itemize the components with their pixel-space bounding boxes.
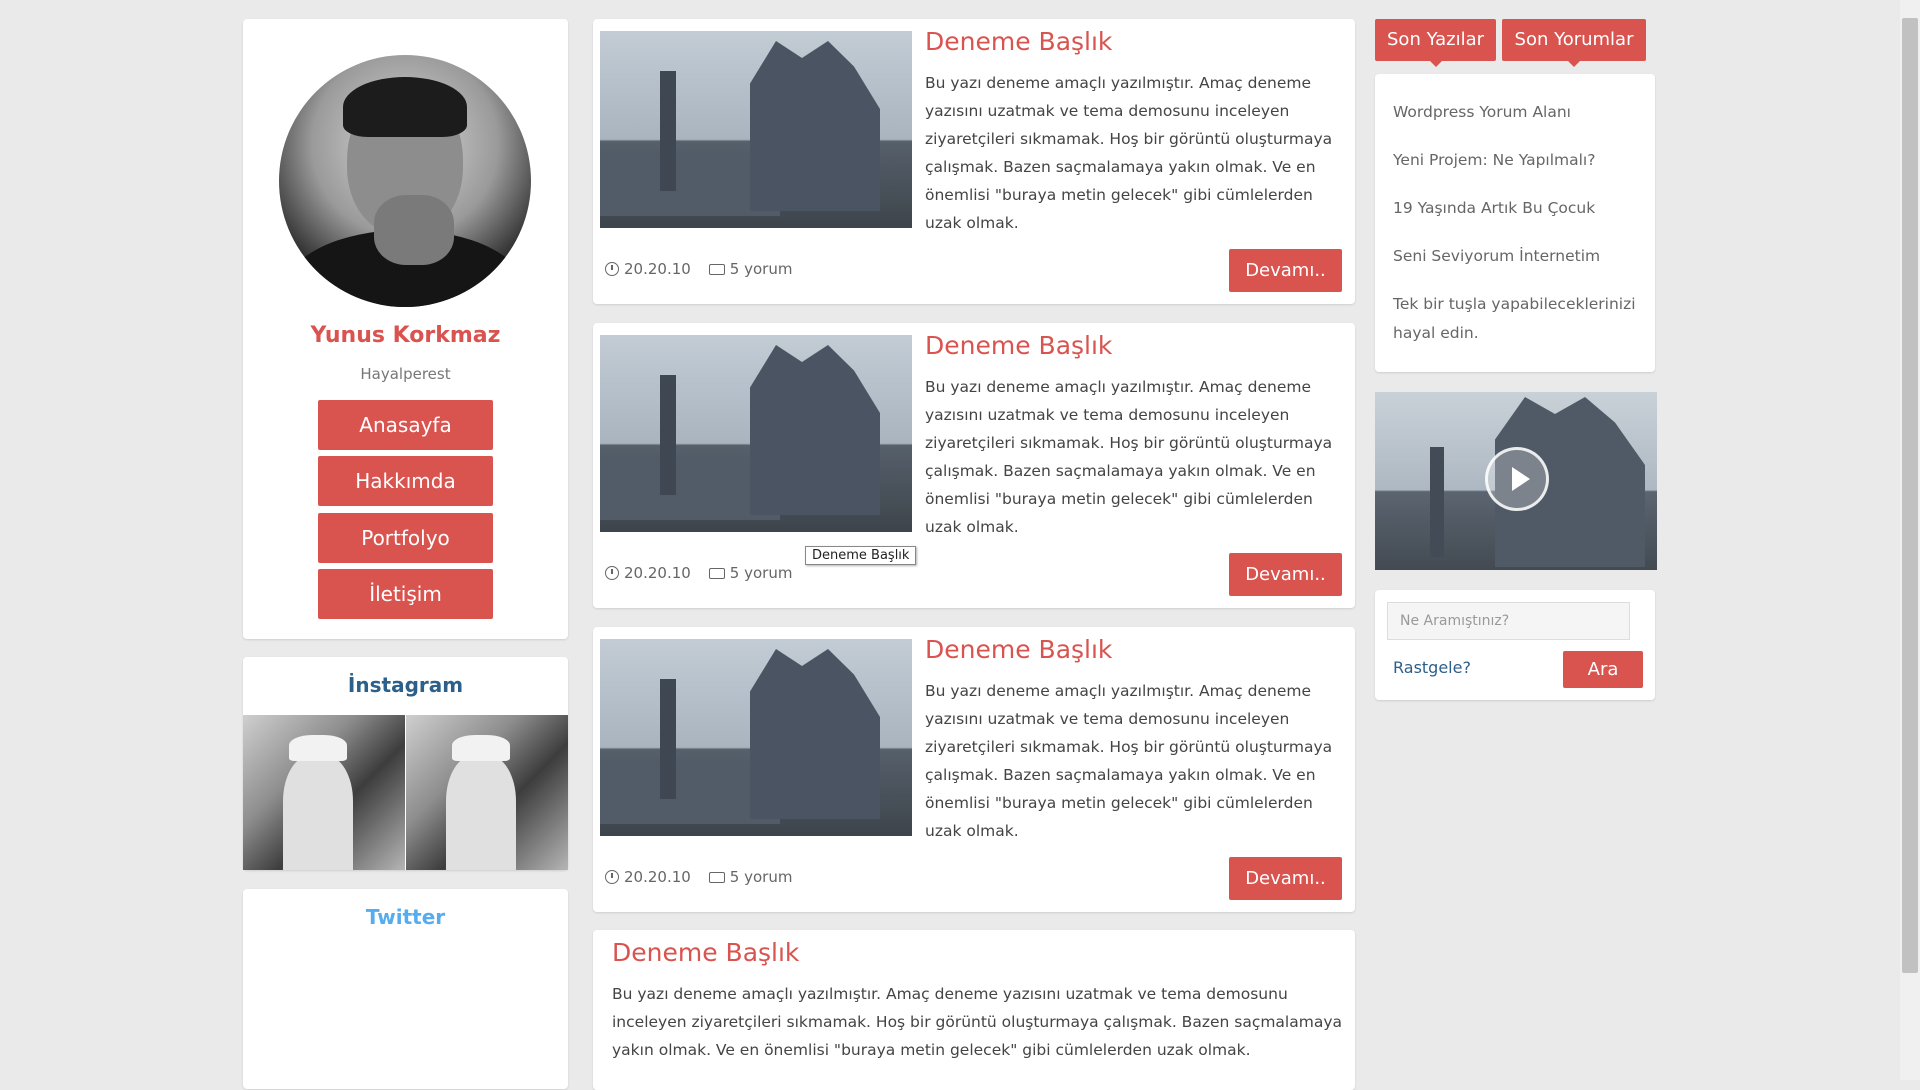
profile-card: Yunus Korkmaz Hayalperest Anasayfa Hakkı… bbox=[243, 19, 568, 639]
instagram-photo[interactable] bbox=[243, 715, 405, 870]
avatar bbox=[279, 55, 531, 307]
post-card: Deneme Başlık Bu yazı deneme amaçlı yazı… bbox=[593, 627, 1355, 912]
comment-icon bbox=[708, 263, 725, 275]
tab-recent-posts[interactable]: Son Yazılar bbox=[1375, 19, 1496, 67]
nav-contact-button[interactable]: İletişim bbox=[318, 569, 493, 619]
video-thumbnail[interactable] bbox=[1375, 392, 1657, 570]
search-widget: Rastgele? Ara bbox=[1375, 590, 1655, 700]
comment-icon bbox=[708, 567, 725, 579]
post-excerpt: Bu yazı deneme amaçlı yazılmıştır. Amaç … bbox=[925, 378, 1333, 536]
search-input[interactable] bbox=[1387, 602, 1630, 640]
post-thumbnail[interactable] bbox=[600, 31, 912, 228]
post-title[interactable]: Deneme Başlık bbox=[925, 635, 1112, 664]
instagram-title: İnstagram bbox=[347, 673, 464, 697]
instagram-photo[interactable] bbox=[406, 715, 568, 870]
post-meta: 20.20.10 5 yorum bbox=[605, 260, 792, 278]
post-excerpt: Bu yazı deneme amaçlı yazılmıştır. Amaç … bbox=[925, 682, 1333, 840]
clock-icon bbox=[605, 262, 619, 276]
tooltip: Deneme Başlık bbox=[805, 546, 917, 565]
post-thumbnail[interactable] bbox=[600, 639, 912, 836]
post-title[interactable]: Deneme Başlık bbox=[925, 27, 1112, 56]
profile-tagline: Hayalperest bbox=[360, 365, 451, 383]
post-card: Deneme Başlık Bu yazı deneme amaçlı yazı… bbox=[593, 19, 1355, 304]
recent-post-link[interactable]: Wordpress Yorum Alanı bbox=[1393, 98, 1643, 127]
post-comments[interactable]: 5 yorum bbox=[730, 564, 793, 582]
twitter-title: Twitter bbox=[365, 905, 446, 929]
post-meta: 20.20.10 5 yorum bbox=[605, 564, 792, 582]
post-card: Deneme Başlık Bu yazı deneme amaçlı yazı… bbox=[593, 930, 1355, 1090]
post-date: 20.20.10 bbox=[624, 564, 691, 582]
recent-post-link[interactable]: 19 Yaşında Artık Bu Çocuk bbox=[1393, 194, 1643, 223]
post-date: 20.20.10 bbox=[624, 868, 691, 886]
post-excerpt: Bu yazı deneme amaçlı yazılmıştır. Amaç … bbox=[925, 74, 1333, 232]
scrollbar-thumb[interactable] bbox=[1902, 18, 1918, 973]
read-more-button[interactable]: Devamı.. bbox=[1229, 857, 1342, 900]
recent-posts-list: Wordpress Yorum Alanı Yeni Projem: Ne Ya… bbox=[1375, 74, 1655, 372]
profile-name: Yunus Korkmaz bbox=[310, 323, 501, 348]
random-link[interactable]: Rastgele? bbox=[1393, 658, 1471, 677]
recent-post-link[interactable]: Seni Seviyorum İnternetim bbox=[1393, 242, 1643, 271]
post-title[interactable]: Deneme Başlık bbox=[925, 331, 1112, 360]
comment-icon bbox=[708, 871, 725, 883]
play-icon[interactable] bbox=[1485, 447, 1549, 511]
twitter-widget: Twitter bbox=[243, 889, 568, 1089]
post-comments[interactable]: 5 yorum bbox=[730, 260, 793, 278]
post-title[interactable]: Deneme Başlık bbox=[612, 938, 799, 967]
clock-icon bbox=[605, 870, 619, 884]
post-thumbnail[interactable] bbox=[600, 335, 912, 532]
read-more-button[interactable]: Devamı.. bbox=[1229, 249, 1342, 292]
nav-home-button[interactable]: Anasayfa bbox=[318, 400, 493, 450]
instagram-widget: İnstagram bbox=[243, 657, 568, 870]
nav-about-button[interactable]: Hakkımda bbox=[318, 456, 493, 506]
post-comments[interactable]: 5 yorum bbox=[730, 868, 793, 886]
recent-post-link[interactable]: Yeni Projem: Ne Yapılmalı? bbox=[1393, 146, 1643, 175]
scrollbar[interactable] bbox=[1900, 0, 1920, 1080]
post-date: 20.20.10 bbox=[624, 260, 691, 278]
nav-portfolio-button[interactable]: Portfolyo bbox=[318, 513, 493, 563]
recent-post-link[interactable]: Tek bir tuşla yapabileceklerinizi hayal … bbox=[1393, 290, 1643, 348]
search-button[interactable]: Ara bbox=[1563, 651, 1643, 688]
clock-icon bbox=[605, 566, 619, 580]
tab-recent-comments[interactable]: Son Yorumlar bbox=[1502, 19, 1646, 67]
post-meta: 20.20.10 5 yorum bbox=[605, 868, 792, 886]
post-card: Deneme Başlık Bu yazı deneme amaçlı yazı… bbox=[593, 323, 1355, 608]
read-more-button[interactable]: Devamı.. bbox=[1229, 553, 1342, 596]
post-excerpt: Bu yazı deneme amaçlı yazılmıştır. Amaç … bbox=[612, 985, 1343, 1059]
